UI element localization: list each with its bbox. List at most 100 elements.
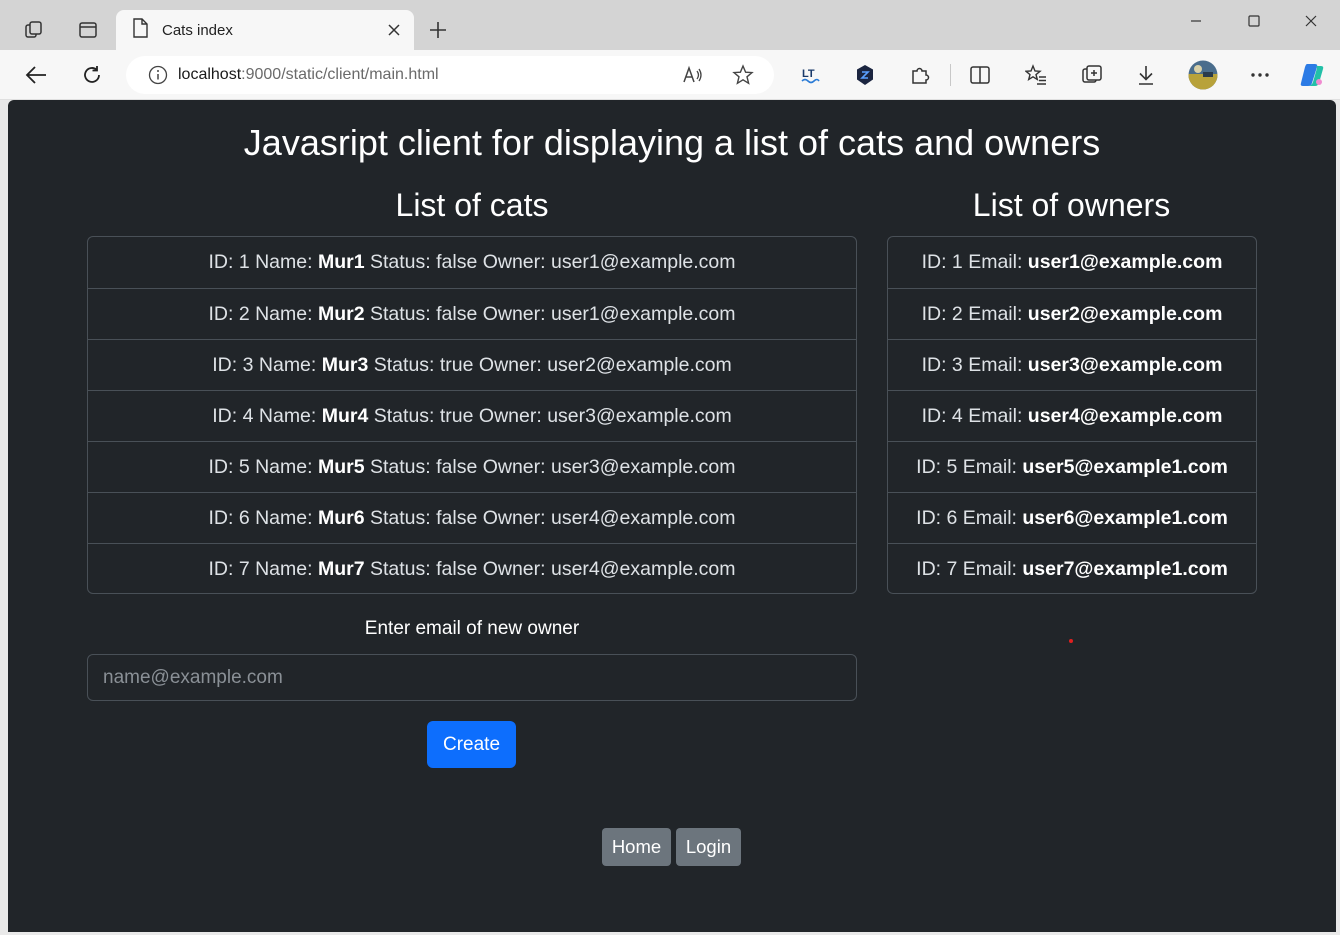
cat-status: true	[439, 353, 474, 376]
cats-list: ID: 1 Name: Mur1 Status: false Owner: us…	[87, 236, 857, 594]
cat-status: false	[436, 251, 478, 273]
cat-name: Mur1	[317, 251, 365, 273]
cat-id: 2	[238, 302, 250, 325]
back-icon[interactable]	[22, 61, 50, 89]
owner-list-item: ID: 4 Email: user4@example.com	[888, 390, 1256, 441]
browser-toolbar: localhost:9000/static/client/main.html L…	[0, 50, 1340, 100]
refresh-icon[interactable]	[78, 61, 106, 89]
cat-owner: user4@example.com	[550, 557, 736, 580]
cat-name: Mur3	[321, 353, 369, 376]
owner-email: user6@example1.com	[1022, 506, 1228, 529]
downloads-icon[interactable]	[1132, 61, 1160, 89]
owner-email: user1@example.com	[1027, 251, 1223, 273]
owners-heading: List of owners	[972, 187, 1171, 223]
extension-shield-icon[interactable]	[851, 61, 879, 89]
owner-id: 7	[946, 557, 958, 580]
close-window-icon[interactable]	[1288, 6, 1334, 36]
owner-list-item: ID: 5 Email: user5@example1.com	[888, 441, 1256, 492]
cat-status: false	[436, 302, 478, 325]
cat-id: 1	[238, 251, 250, 273]
cat-list-item: ID: 2 Name: Mur2 Status: false Owner: us…	[88, 288, 856, 339]
cat-status: false	[436, 506, 478, 529]
cat-list-item: ID: 7 Name: Mur7 Status: false Owner: us…	[88, 543, 856, 593]
owner-email: user2@example.com	[1027, 302, 1223, 325]
owner-email: user7@example1.com	[1022, 557, 1228, 580]
cat-list-item: ID: 6 Name: Mur6 Status: false Owner: us…	[88, 492, 856, 543]
url-host: localhost	[178, 66, 242, 83]
owner-id: 3	[951, 353, 963, 376]
red-dot	[1069, 639, 1073, 643]
cat-owner: user1@example.com	[550, 302, 736, 325]
svg-text:LT: LT	[802, 68, 815, 80]
new-owner-email-input[interactable]	[87, 654, 857, 701]
url-path: :9000/static/client/main.html	[241, 66, 439, 83]
home-button[interactable]: Home	[602, 828, 671, 866]
page-content: Javasript client for displaying a list o…	[8, 100, 1336, 932]
owner-id: 5	[946, 455, 958, 478]
owner-list-item: ID: 7 Email: user7@example1.com	[888, 543, 1256, 593]
cat-id: 5	[238, 455, 250, 478]
login-button[interactable]: Login	[676, 828, 741, 866]
cat-list-item: ID: 1 Name: Mur1 Status: false Owner: us…	[208, 251, 736, 273]
cat-list-item: ID: 4 Name: Mur4 Status: true Owner: use…	[88, 390, 856, 441]
copilot-icon[interactable]	[1296, 59, 1328, 91]
workspaces-icon[interactable]	[20, 16, 48, 44]
profile-avatar[interactable]	[1187, 59, 1219, 91]
tab-title: Cats index	[162, 21, 233, 39]
tab-actions-icon[interactable]	[74, 16, 102, 44]
owner-email: user4@example.com	[1027, 404, 1223, 427]
favorite-star-icon[interactable]	[732, 64, 754, 86]
address-bar[interactable]: localhost:9000/static/client/main.html	[126, 56, 774, 94]
cat-id: 7	[238, 557, 250, 580]
cat-owner: user1@example.com	[550, 251, 736, 273]
cat-status: true	[439, 404, 474, 427]
cat-name: Mur4	[321, 404, 369, 427]
owner-id: 1	[951, 251, 963, 273]
collections-icon[interactable]	[1078, 61, 1106, 89]
owner-id: 6	[946, 506, 958, 529]
owner-list-item: ID: 6 Email: user6@example1.com	[888, 492, 1256, 543]
cats-heading: List of cats	[395, 187, 549, 223]
read-aloud-icon[interactable]	[682, 65, 704, 85]
owner-id: 2	[951, 302, 963, 325]
cat-list-item: ID: 5 Name: Mur5 Status: false Owner: us…	[88, 441, 856, 492]
owner-email: user3@example.com	[1027, 353, 1223, 376]
browser-tab-bar: Cats index	[0, 0, 1340, 50]
owner-id: 4	[951, 404, 963, 427]
close-tab-icon[interactable]	[382, 18, 406, 42]
cat-id: 4	[242, 404, 254, 427]
cat-id: 3	[242, 353, 254, 376]
cat-owner: user3@example.com	[550, 455, 736, 478]
cat-list-item: ID: 3 Name: Mur3 Status: true Owner: use…	[88, 339, 856, 390]
cat-status: false	[436, 557, 478, 580]
more-menu-icon[interactable]	[1246, 61, 1274, 89]
toolbar-divider	[950, 64, 951, 86]
cat-id: 6	[238, 506, 250, 529]
cat-owner: user4@example.com	[550, 506, 736, 529]
page-title: Javasript client for displaying a list o…	[243, 122, 1101, 163]
new-owner-label: Enter email of new owner	[364, 618, 580, 639]
minimize-icon[interactable]	[1173, 6, 1219, 36]
owners-list: ID: 1 Email: user1@example.com ID: 2 Emai…	[887, 236, 1257, 594]
cat-name: Mur6	[317, 506, 365, 529]
split-screen-icon[interactable]	[966, 61, 994, 89]
page-icon	[132, 17, 148, 43]
extensions-puzzle-icon[interactable]	[906, 61, 934, 89]
owner-list-item: ID: 3 Email: user3@example.com	[888, 339, 1256, 390]
maximize-icon[interactable]	[1231, 6, 1277, 36]
owner-list-item: ID: 1 Email: user1@example.com	[921, 251, 1223, 273]
cat-name: Mur7	[317, 557, 365, 580]
cat-status: false	[436, 455, 478, 478]
new-tab-icon[interactable]	[424, 16, 452, 44]
cat-name: Mur5	[317, 455, 365, 478]
languagetool-icon[interactable]: LT	[796, 61, 824, 89]
browser-tab-active[interactable]: Cats index	[116, 10, 414, 50]
cat-name: Mur2	[317, 302, 365, 325]
create-button[interactable]: Create	[427, 721, 516, 768]
site-info-icon[interactable]	[148, 65, 168, 85]
cat-owner: user3@example.com	[547, 404, 732, 427]
cat-owner: user2@example.com	[547, 353, 732, 376]
owner-email: user5@example1.com	[1022, 455, 1228, 478]
favorites-icon[interactable]	[1022, 61, 1050, 89]
owner-list-item: ID: 2 Email: user2@example.com	[888, 288, 1256, 339]
